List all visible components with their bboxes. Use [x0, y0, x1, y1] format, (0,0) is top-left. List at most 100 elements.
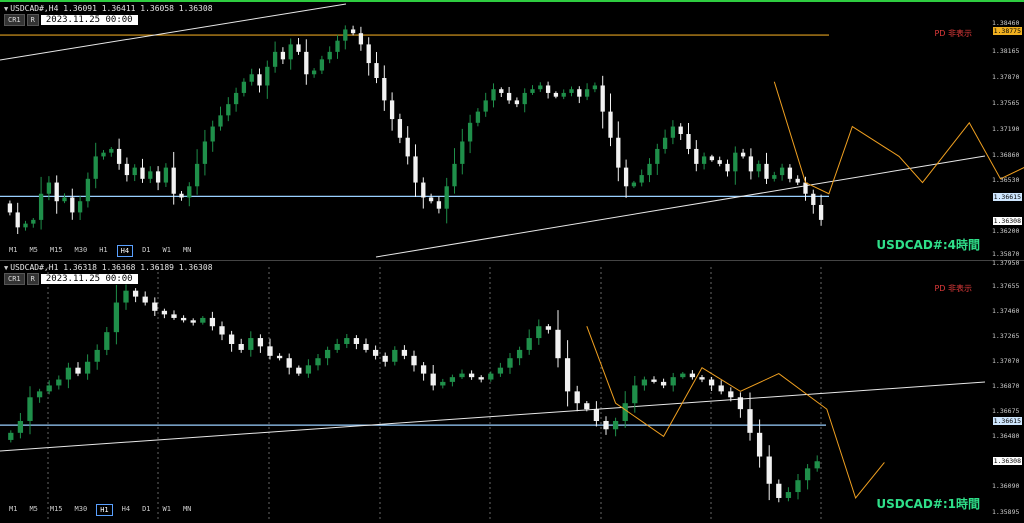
tf-d1-button[interactable]: D1: [139, 504, 153, 516]
chart-panel-h1[interactable]: ▼ USDCAD#,H1 1.36318 1.36368 1.36189 1.36…: [0, 259, 1024, 523]
candle-body: [179, 193, 184, 198]
candle-body: [363, 343, 369, 350]
candle-body: [405, 137, 410, 157]
candle-body: [467, 122, 473, 142]
tf-m5-button[interactable]: M5: [26, 504, 40, 516]
price-tick: 1.37655: [992, 282, 1020, 290]
candle-body: [113, 302, 120, 333]
candle-body: [647, 163, 652, 176]
tf-w1-button[interactable]: W1: [160, 504, 174, 516]
candle-body: [382, 78, 387, 101]
tf-h1-button[interactable]: H1: [96, 245, 110, 257]
tf-m5-button[interactable]: M5: [26, 245, 40, 257]
candle-body: [651, 379, 657, 382]
price-tick: 1.36090: [992, 482, 1020, 490]
candle-body: [460, 141, 465, 164]
dropdown-arrow-icon[interactable]: ▼: [4, 264, 8, 272]
h4-blue-level-tag: 1.36615: [992, 193, 1022, 201]
candle-body: [219, 326, 225, 335]
candle-body: [584, 403, 590, 410]
candle-body: [689, 373, 696, 378]
tf-m1-button[interactable]: M1: [6, 245, 20, 257]
candle-body: [46, 182, 52, 194]
candle-body: [305, 365, 312, 374]
h4-cr1-button[interactable]: CR1: [4, 14, 25, 26]
h1-r-button[interactable]: R: [26, 273, 39, 285]
candle-body: [202, 141, 208, 164]
chart-panel-h4[interactable]: ▼ USDCAD#,H4 1.36091 1.36411 1.36058 1.36…: [0, 0, 1024, 259]
candle-body: [218, 115, 223, 127]
candle-body: [142, 296, 148, 303]
h4-symbol-header: ▼ USDCAD#,H4 1.36091 1.36411 1.36058 1.36…: [4, 4, 213, 13]
candle-body: [561, 92, 566, 97]
candle-body: [483, 100, 488, 112]
candle-body: [491, 89, 496, 101]
candle-body: [641, 379, 648, 386]
candle-body: [397, 119, 403, 138]
tf-mn-button[interactable]: MN: [180, 504, 194, 516]
price-tick: 1.36675: [992, 407, 1020, 415]
tf-mn-button[interactable]: MN: [180, 245, 194, 257]
candle-body: [507, 358, 513, 368]
candle-body: [132, 167, 137, 176]
candle-body: [680, 373, 686, 378]
tf-m15-button[interactable]: M15: [47, 504, 66, 516]
candle-body: [499, 89, 504, 93]
candle-body: [766, 456, 772, 484]
candle-body: [569, 89, 574, 93]
candle-body: [444, 186, 449, 209]
candle-body: [200, 317, 206, 323]
candle-body: [31, 219, 36, 224]
tf-h1-button[interactable]: H1: [96, 504, 113, 516]
tf-m1-button[interactable]: M1: [6, 504, 20, 516]
h4-r-button[interactable]: R: [26, 14, 39, 26]
h1-timeframe-bar: M1 M5 M15 M30 H1 H4 D1 W1 MN: [6, 504, 194, 516]
tf-d1-button[interactable]: D1: [139, 245, 153, 257]
candle-body: [180, 317, 187, 321]
candle-body: [101, 152, 106, 157]
candle-body: [787, 167, 793, 179]
h4-header-text: USDCAD#,H4 1.36091 1.36411 1.36058 1.363…: [10, 4, 213, 13]
h1-price-scale[interactable]: 1.37950 1.37655 1.37460 1.37265 1.37070 …: [989, 259, 1024, 523]
h1-pd-label[interactable]: PD 非表示: [934, 283, 972, 294]
candle-body: [795, 480, 801, 493]
price-tick: 1.37070: [992, 357, 1020, 365]
candle-body: [795, 178, 800, 183]
tf-m30-button[interactable]: M30: [72, 245, 91, 257]
candle-body: [280, 51, 286, 60]
candle-body: [436, 201, 442, 209]
tf-m30-button[interactable]: M30: [72, 504, 91, 516]
h1-cr1-button[interactable]: CR1: [4, 273, 25, 285]
price-tick: 1.36480: [992, 432, 1020, 440]
h1-chart-svg[interactable]: [0, 261, 1024, 523]
candle-body: [77, 201, 83, 213]
tf-w1-button[interactable]: W1: [160, 245, 174, 257]
candle-body: [85, 178, 91, 202]
candle-body: [155, 171, 161, 183]
candle-body: [272, 51, 278, 67]
candle-body: [209, 317, 216, 327]
h4-date-field[interactable]: 2023.11.25 00:00: [40, 15, 138, 25]
h4-chart-svg[interactable]: [0, 2, 1024, 259]
dropdown-arrow-icon[interactable]: ▼: [4, 5, 8, 13]
candle-body: [420, 365, 427, 374]
candle-body: [694, 148, 699, 164]
candle-body: [36, 391, 43, 398]
candle-body: [267, 346, 273, 356]
tf-h4-button[interactable]: H4: [119, 504, 133, 516]
candle-body: [733, 152, 738, 172]
price-tick: 1.36870: [992, 382, 1020, 390]
tf-h4-button[interactable]: H4: [116, 245, 134, 257]
h1-chart-title: USDCAD#:1時間: [876, 497, 980, 511]
h1-date-field[interactable]: 2023.11.25 00:00: [40, 274, 138, 284]
candle-body: [93, 156, 98, 179]
candle-body: [296, 44, 301, 52]
tf-m15-button[interactable]: M15: [47, 245, 66, 257]
price-tick: 1.37460: [992, 307, 1020, 315]
h4-pd-label[interactable]: PD 非表示: [934, 28, 972, 39]
candle-body: [737, 397, 744, 410]
candle-body: [372, 349, 379, 356]
candle-body: [478, 377, 484, 380]
price-tick: 1.38460: [992, 19, 1020, 27]
candle-body: [335, 40, 340, 52]
